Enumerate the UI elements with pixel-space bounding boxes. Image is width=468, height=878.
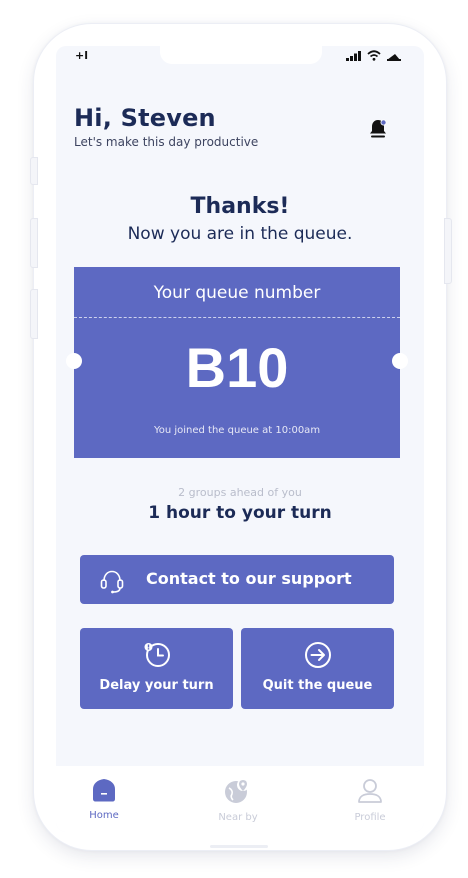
headset-icon: [100, 570, 124, 594]
confirmation-title: Thanks!: [190, 194, 290, 219]
power-button: [444, 218, 452, 284]
queue-ticket: Your queue number B10 You joined the que…: [66, 267, 408, 458]
mute-switch: [30, 157, 38, 185]
carrier-text: +l: [75, 49, 88, 62]
status-icons: [346, 50, 402, 61]
quit-queue-button[interactable]: Quit the queue: [241, 628, 394, 709]
quit-queue-label: Quit the queue: [262, 678, 373, 693]
battery-icon: [387, 53, 401, 61]
wifi-icon: [367, 50, 381, 61]
greeting-title: Hi, Steven: [74, 104, 216, 132]
exit-arrow-icon: [305, 642, 331, 668]
ticket-notch-left: [66, 353, 82, 369]
queue-number: B10: [185, 336, 289, 399]
joined-time-text: You joined the queue at 10:00am: [153, 425, 321, 436]
ticket-divider: [74, 317, 400, 318]
wait-time-text: 1 hour to your turn: [148, 503, 332, 523]
confirmation-subtitle: Now you are in the queue.: [127, 224, 353, 244]
tab-home[interactable]: Home: [64, 778, 144, 821]
greeting-subtitle: Let's make this day productive: [74, 135, 259, 149]
map-pin-icon: [225, 779, 249, 803]
home-icon: [93, 779, 115, 802]
volume-down-button: [30, 289, 38, 339]
tab-profile[interactable]: Profile: [330, 778, 410, 823]
volume-up-button: [30, 218, 38, 268]
queue-number-label: Your queue number: [153, 283, 321, 303]
app-screen: +l Hi, Steven Let's make this day produc…: [56, 46, 424, 832]
contact-support-label: Contact to our support: [146, 569, 352, 588]
notification-button[interactable]: [368, 118, 388, 144]
user-icon: [358, 779, 382, 803]
tab-home-label: Home: [89, 810, 119, 821]
bottom-tab-bar: Home Near by Profile: [56, 766, 424, 832]
delay-turn-button[interactable]: Delay your turn: [80, 628, 233, 709]
tab-profile-label: Profile: [354, 812, 386, 823]
signal-icon: [346, 50, 361, 61]
home-indicator: [210, 845, 268, 848]
contact-support-button[interactable]: Contact to our support: [80, 555, 394, 604]
tab-near-by[interactable]: Near by: [198, 778, 278, 823]
bell-icon: [370, 119, 387, 138]
ticket-notch-right: [392, 353, 408, 369]
groups-ahead-text: 2 groups ahead of you: [178, 486, 302, 499]
phone-notch: [160, 46, 322, 64]
tab-near-by-label: Near by: [218, 812, 258, 823]
delay-turn-label: Delay your turn: [99, 678, 214, 693]
history-clock-icon: [144, 643, 170, 667]
